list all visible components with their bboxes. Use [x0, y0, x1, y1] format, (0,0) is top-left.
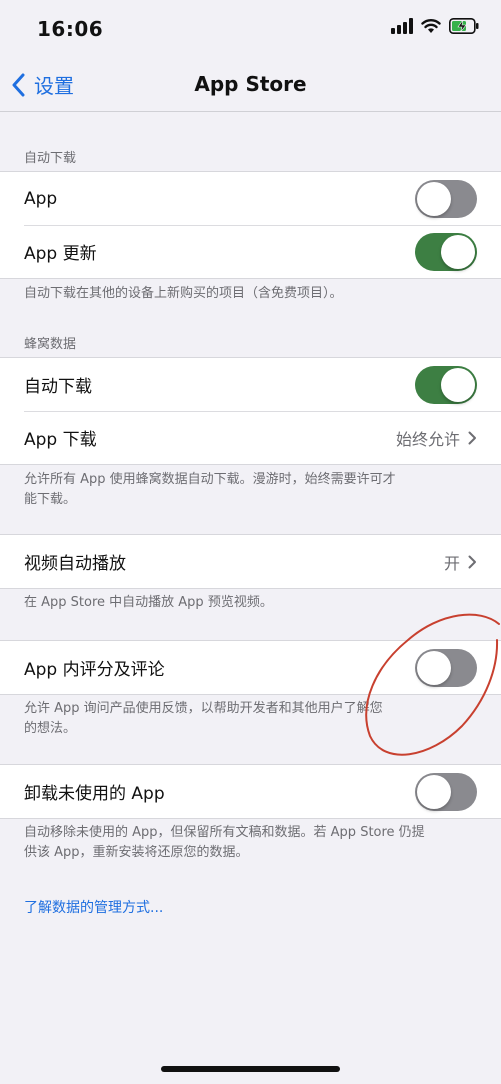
row-value: 开 [443, 553, 460, 573]
ratings-footer-line-1: 允许 App 询问产品使用反馈，以帮助开发者和其他用户了解您 [24, 701, 383, 716]
row-label: App [24, 188, 58, 209]
row-app-auto-download: App [0, 172, 501, 225]
row-value: 始终允许 [395, 429, 460, 449]
row-label: 卸载未使用的 App [24, 784, 165, 804]
row-label: App 内评分及评论 [24, 660, 165, 680]
offload-group: 卸载未使用的 App [0, 764, 501, 819]
status-bar: 16:06 [0, 0, 501, 58]
ratings-footer: 允许 App 询问产品使用反馈，以帮助开发者和其他用户了解您 的想法。 [24, 699, 464, 739]
offload-footer-line-2: 供该 App，重新安装将还原您的数据。 [24, 845, 249, 860]
ratings-group: App 内评分及评论 [0, 640, 501, 695]
row-cellular-auto-download: 自动下载 [0, 358, 501, 411]
row-app-updates: App 更新 [0, 225, 501, 278]
app-auto-download-toggle[interactable] [415, 179, 477, 218]
chevron-right-icon [468, 555, 476, 568]
offload-footer-line-1: 自动移除未使用的 App，但保留所有文稿和数据。若 App Store 仍提 [24, 825, 425, 840]
ratings-footer-line-2: 的想法。 [24, 721, 77, 736]
row-video-autoplay[interactable]: 视频自动播放 开 [0, 535, 501, 588]
row-label: 自动下载 [24, 377, 92, 397]
home-indicator[interactable] [161, 1066, 340, 1072]
row-offload-unused-apps: 卸载未使用的 App [0, 765, 501, 818]
navigation-bar: 设置 App Store [0, 58, 501, 112]
row-in-app-ratings: App 内评分及评论 [0, 641, 501, 694]
auto-downloads-group: App App 更新 [0, 171, 501, 279]
video-footer: 在 App Store 中自动播放 App 预览视频。 [24, 595, 273, 610]
section-header-cellular: 蜂窝数据 [24, 337, 77, 352]
section-header-auto-downloads: 自动下载 [24, 151, 77, 166]
status-icons [391, 18, 479, 34]
offload-footer: 自动移除未使用的 App，但保留所有文稿和数据。若 App Store 仍提 供… [24, 823, 464, 863]
status-time: 16:06 [37, 17, 104, 41]
in-app-ratings-toggle[interactable] [415, 648, 477, 687]
offload-unused-apps-toggle[interactable] [415, 772, 477, 811]
app-updates-toggle[interactable] [415, 232, 477, 271]
wifi-icon [421, 19, 441, 33]
auto-downloads-footer: 自动下载在其他的设备上新购买的项目（含免费项目）。 [24, 286, 343, 301]
row-app-downloads[interactable]: App 下载 始终允许 [0, 411, 501, 464]
cellular-footer: 允许所有 App 使用蜂窝数据自动下载。漫游时，始终需要许可才 能下载。 [24, 470, 464, 510]
cellular-signal-icon [391, 18, 413, 34]
video-group: 视频自动播放 开 [0, 534, 501, 589]
cellular-footer-line-1: 允许所有 App 使用蜂窝数据自动下载。漫游时，始终需要许可才 [24, 472, 396, 487]
battery-charging-icon [449, 18, 479, 34]
row-label: 视频自动播放 [24, 554, 126, 574]
row-label: App 更新 [24, 244, 97, 264]
cellular-group: 自动下载 App 下载 始终允许 [0, 357, 501, 465]
chevron-right-icon [468, 431, 476, 444]
data-management-link[interactable]: 了解数据的管理方式... [24, 897, 163, 917]
row-label: App 下载 [24, 430, 97, 450]
page-title: App Store [194, 72, 307, 96]
cellular-footer-line-2: 能下载。 [24, 492, 77, 507]
cellular-auto-download-toggle[interactable] [415, 365, 477, 404]
